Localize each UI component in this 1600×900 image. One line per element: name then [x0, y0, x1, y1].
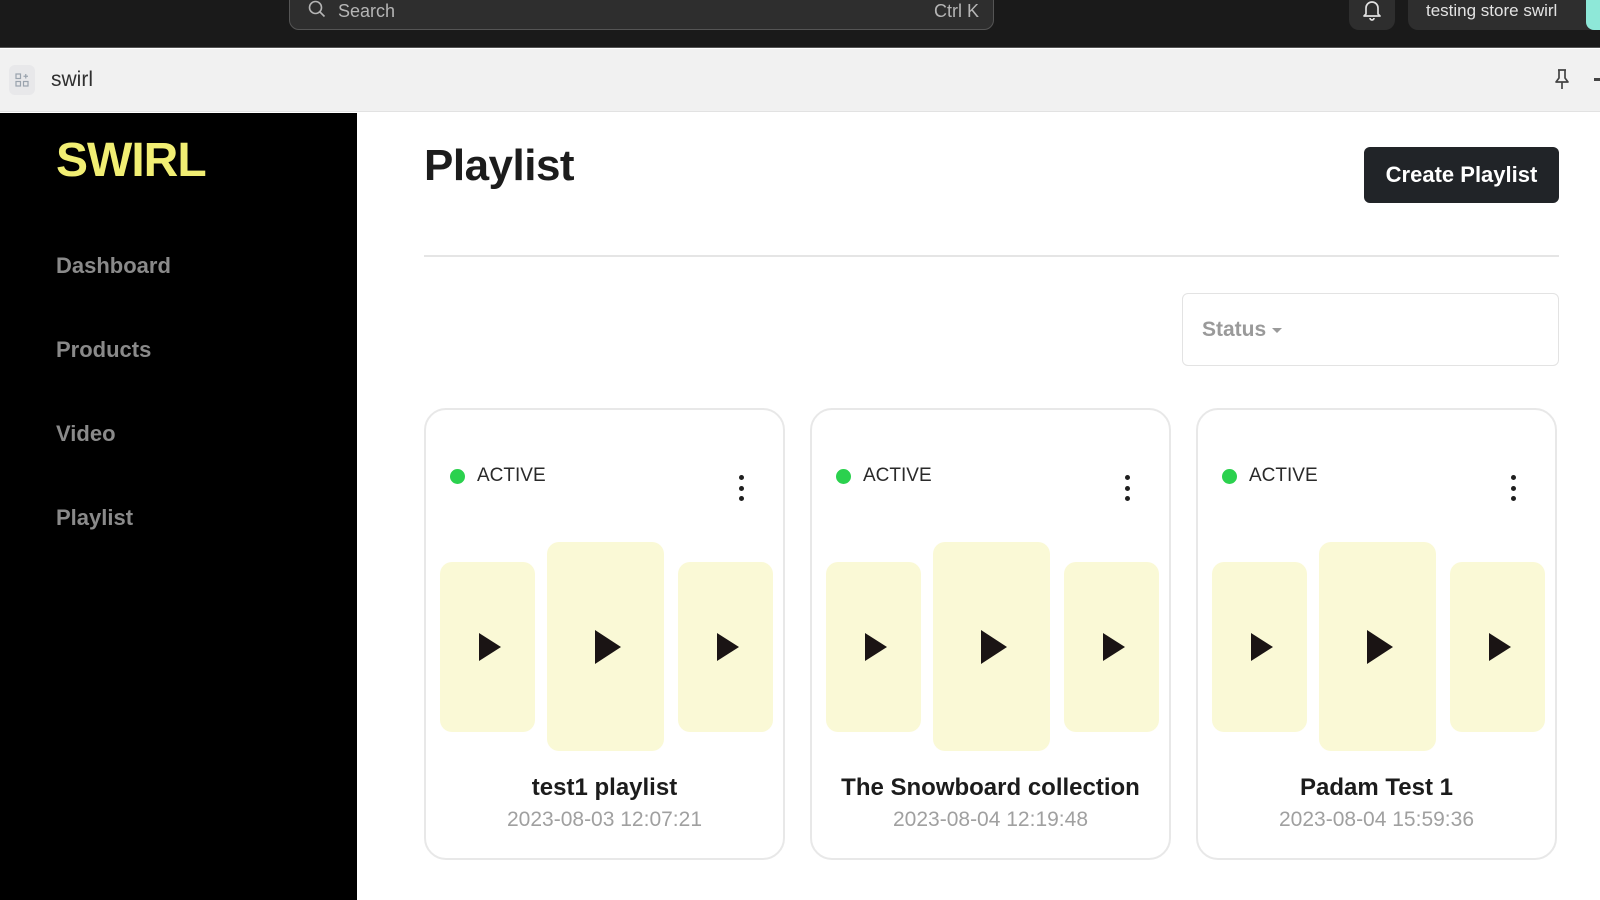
- play-icon: [478, 633, 501, 661]
- search-shortcut: Ctrl K: [934, 0, 979, 21]
- play-icon: [864, 633, 887, 661]
- status-label: ACTIVE: [863, 465, 932, 486]
- status-badge: ACTIVE: [1222, 465, 1318, 487]
- create-playlist-button[interactable]: Create Playlist: [1364, 147, 1559, 203]
- playlist-date: 2023-08-03 12:07:21: [507, 808, 702, 831]
- status-filter-dropdown[interactable]: Status: [1182, 293, 1559, 366]
- video-thumbnail[interactable]: [1319, 542, 1436, 751]
- video-thumbnail[interactable]: [826, 562, 921, 732]
- play-icon: [1250, 633, 1273, 661]
- more-options-icon[interactable]: [1122, 475, 1132, 501]
- search-input[interactable]: Search Ctrl K: [289, 0, 994, 30]
- status-dot-icon: [450, 468, 465, 484]
- playlist-name: test1 playlist: [531, 774, 678, 801]
- admin-top-bar: Search Ctrl K testing store swirl: [0, 0, 1600, 48]
- status-dot-icon: [1222, 468, 1237, 484]
- page-title: Playlist: [424, 141, 575, 190]
- video-thumbnail[interactable]: [547, 542, 664, 751]
- more-actions-icon[interactable]: [1594, 78, 1600, 81]
- status-filter-label: Status: [1202, 317, 1267, 341]
- bell-icon: [1362, 0, 1382, 26]
- sidebar-item-video[interactable]: Video: [56, 421, 116, 447]
- pin-icon[interactable]: [1553, 68, 1571, 97]
- search-icon: [308, 0, 326, 18]
- more-options-icon[interactable]: [736, 475, 746, 501]
- video-thumbnail[interactable]: [440, 562, 535, 732]
- app-name: swirl: [51, 68, 93, 91]
- playlist-card[interactable]: ACTIVE The Snowboard collection 2023-08-…: [810, 408, 1171, 860]
- main-content: Playlist Create Playlist Status ACTIVE t…: [357, 113, 1600, 900]
- video-thumbnail[interactable]: [1212, 562, 1307, 732]
- playlist-date: 2023-08-04 15:59:36: [1279, 808, 1474, 831]
- search-placeholder: Search: [338, 0, 396, 21]
- status-label: ACTIVE: [477, 465, 546, 486]
- sidebar: SWIRL Dashboard Products Video Playlist: [0, 113, 357, 900]
- sidebar-item-playlist[interactable]: Playlist: [56, 505, 133, 531]
- play-icon: [1488, 633, 1511, 661]
- app-grid-icon: [9, 65, 35, 95]
- video-thumbnail[interactable]: [1450, 562, 1545, 732]
- notifications-button[interactable]: [1349, 0, 1395, 30]
- sidebar-item-dashboard[interactable]: Dashboard: [56, 253, 171, 279]
- status-label: ACTIVE: [1249, 465, 1318, 486]
- video-thumbnail[interactable]: [678, 562, 773, 732]
- store-avatar[interactable]: [1586, 0, 1600, 30]
- play-icon: [1102, 633, 1125, 661]
- play-icon: [594, 629, 621, 664]
- status-dot-icon: [836, 468, 851, 484]
- store-menu-button[interactable]: testing store swirl: [1408, 0, 1600, 30]
- play-icon: [1366, 629, 1393, 664]
- sidebar-item-products[interactable]: Products: [56, 337, 151, 363]
- status-badge: ACTIVE: [836, 465, 932, 487]
- play-icon: [716, 633, 739, 661]
- playlist-name: The Snowboard collection: [841, 774, 1140, 801]
- playlist-date: 2023-08-04 12:19:48: [893, 808, 1088, 831]
- divider: [424, 255, 1559, 257]
- playlist-name: Padam Test 1: [1300, 774, 1453, 801]
- video-thumbnail[interactable]: [933, 542, 1050, 751]
- logo: SWIRL: [56, 134, 207, 187]
- caret-down-icon: [1272, 328, 1283, 333]
- playlist-card[interactable]: ACTIVE Padam Test 1 2023-08-04 15:59:36: [1196, 408, 1557, 860]
- status-badge: ACTIVE: [450, 465, 546, 487]
- playlist-card[interactable]: ACTIVE test1 playlist 2023-08-03 12:07:2…: [424, 408, 785, 860]
- play-icon: [980, 629, 1007, 664]
- store-name: testing store swirl: [1426, 1, 1558, 20]
- app-title-bar: swirl: [0, 49, 1600, 112]
- more-options-icon[interactable]: [1508, 475, 1518, 501]
- video-thumbnail[interactable]: [1064, 562, 1159, 732]
